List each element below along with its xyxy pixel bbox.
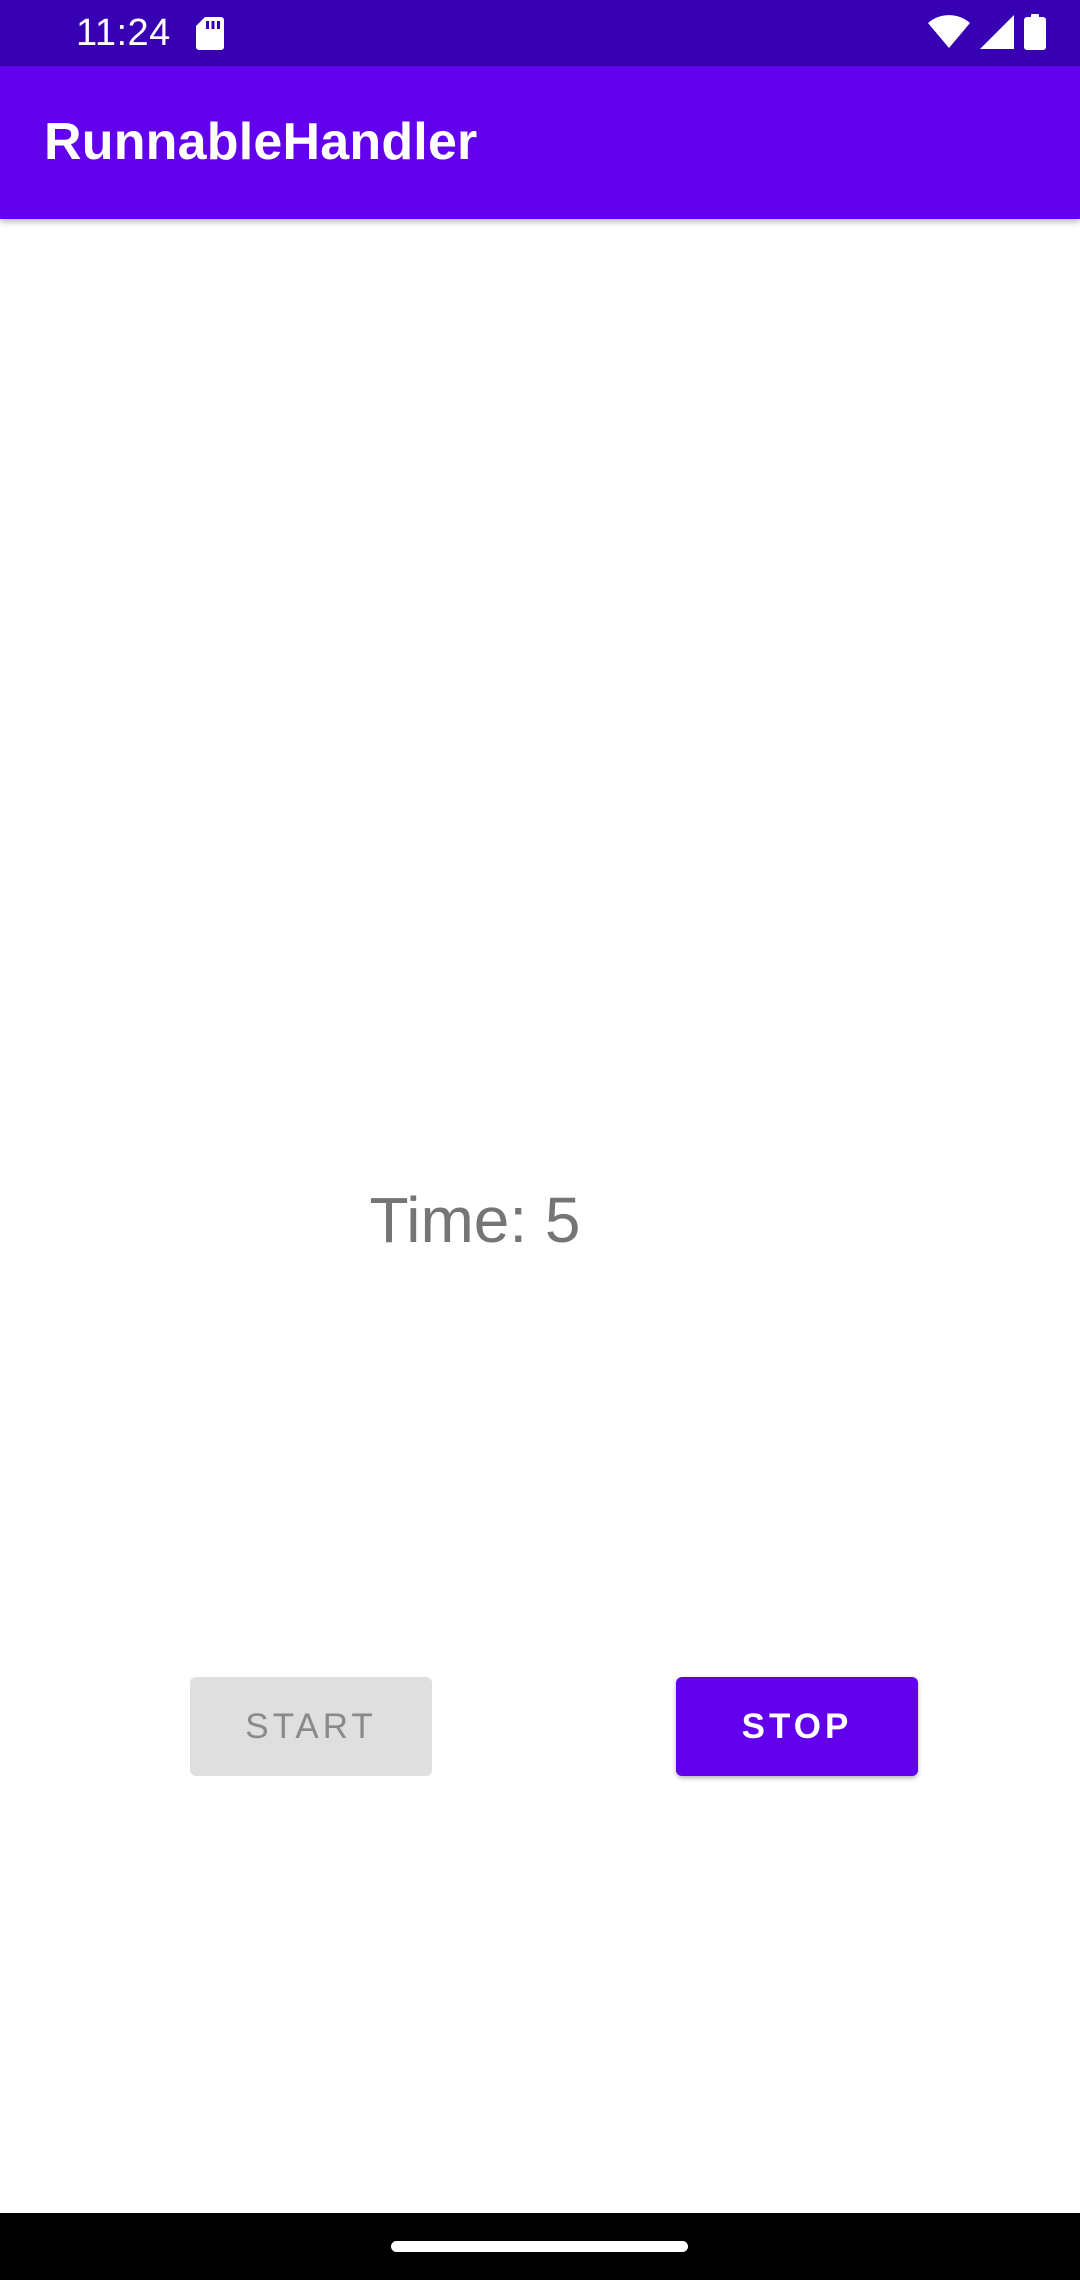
wifi-icon <box>928 14 970 54</box>
signal-icon <box>980 14 1014 54</box>
start-button[interactable]: START <box>190 1677 432 1776</box>
sd-card-icon <box>196 17 224 50</box>
app-bar: RunnableHandler <box>0 66 1080 219</box>
status-bar: 11:24 <box>0 0 1080 66</box>
status-icons <box>928 13 1046 55</box>
time-label: Time: 5 <box>369 1184 581 1256</box>
app-title: RunnableHandler <box>44 113 478 171</box>
screen: 11:24 RunnableHandler Time: 5 START STOP <box>0 0 1080 2280</box>
navigation-bar <box>0 2213 1080 2280</box>
status-time: 11:24 <box>76 12 171 54</box>
battery-icon <box>1024 13 1046 55</box>
home-gesture-handle[interactable] <box>391 2241 688 2252</box>
stop-button[interactable]: STOP <box>676 1677 918 1776</box>
